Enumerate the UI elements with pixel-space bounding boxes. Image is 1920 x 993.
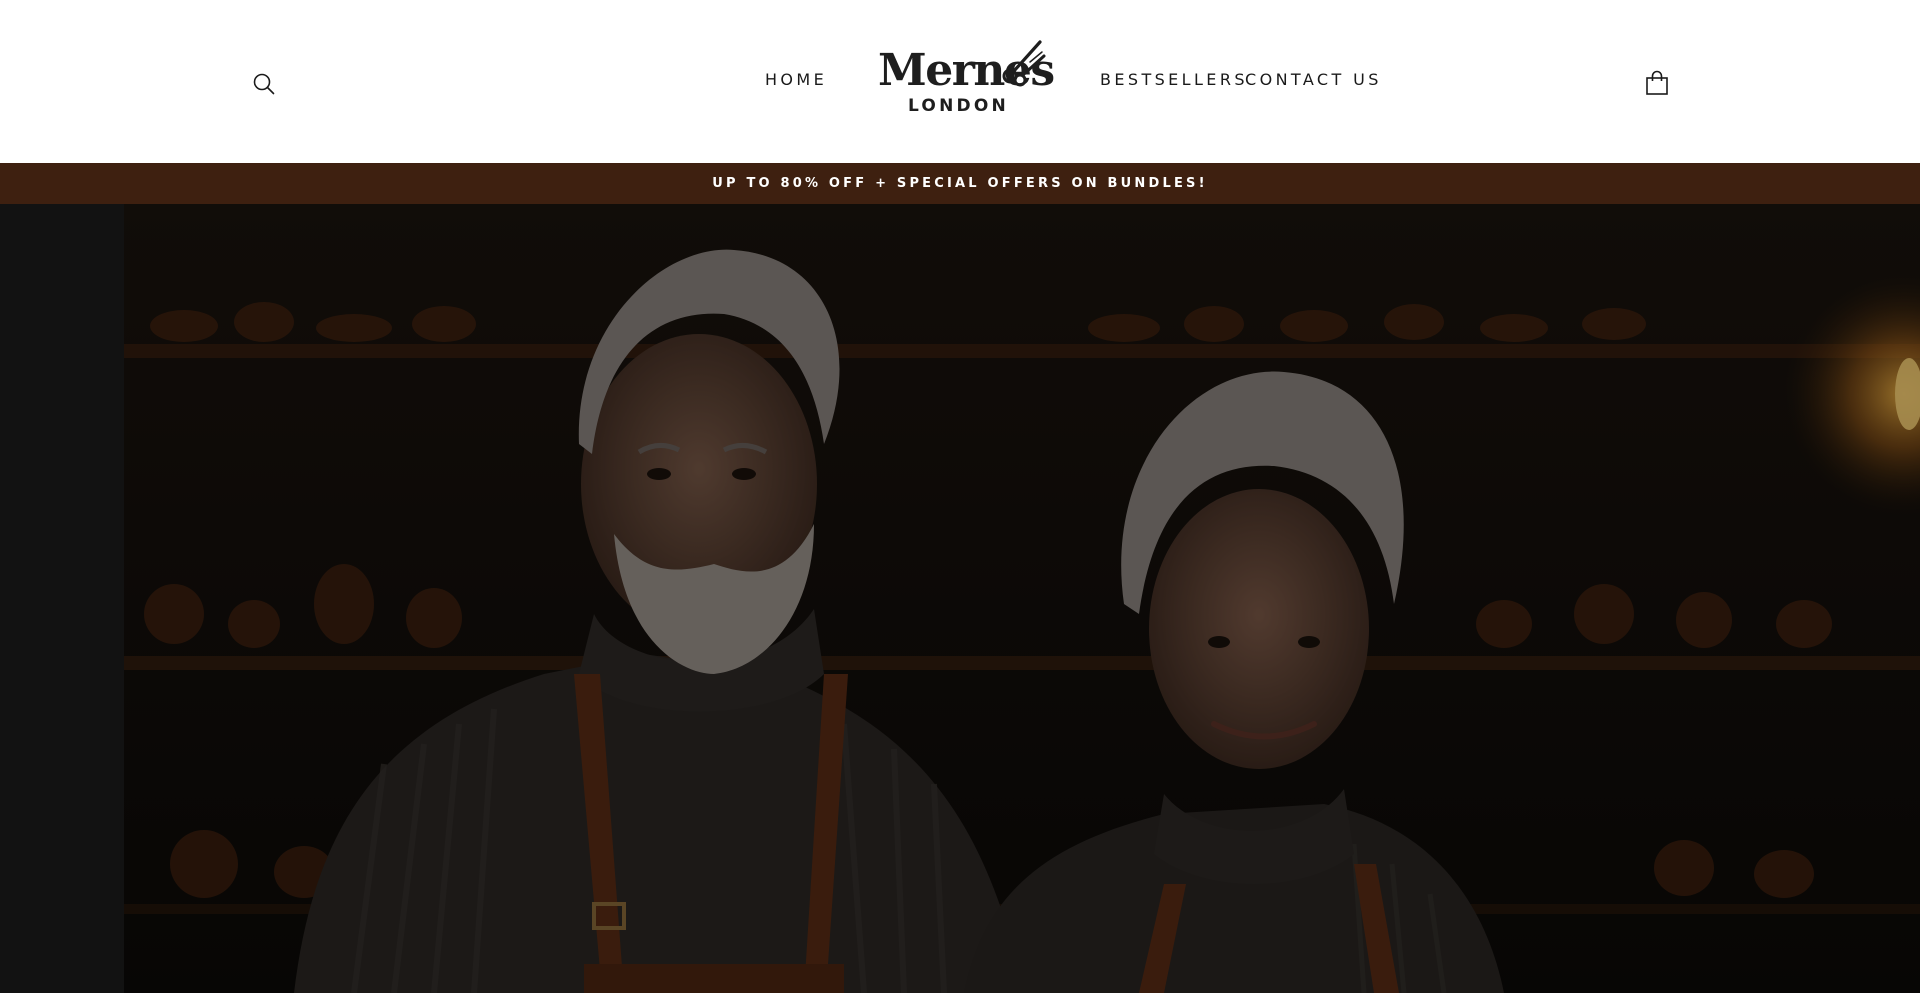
hero-banner bbox=[0, 204, 1920, 993]
announcement-bar: UP TO 80% OFF + SPECIAL OFFERS ON BUNDLE… bbox=[0, 163, 1920, 204]
logo-subtitle: LONDON bbox=[908, 96, 1009, 116]
shopping-bag-icon bbox=[1646, 70, 1668, 95]
cart-button[interactable] bbox=[1640, 66, 1674, 100]
nav-contact-us[interactable]: CONTACT US bbox=[1245, 70, 1382, 90]
nav-home[interactable]: HOME bbox=[765, 70, 827, 90]
search-icon bbox=[253, 73, 275, 95]
hero-photo-elderly-couple-cobblers bbox=[124, 204, 1920, 993]
announcement-text: UP TO 80% OFF + SPECIAL OFFERS ON BUNDLE… bbox=[712, 176, 1208, 191]
site-header: HOME Mernes LONDON BESTSELLERS CONTACT U… bbox=[0, 0, 1920, 163]
nav-bestsellers[interactable]: BESTSELLERS bbox=[1100, 70, 1248, 90]
logo[interactable]: Mernes LONDON bbox=[872, 36, 1055, 122]
search-button[interactable] bbox=[248, 68, 280, 100]
hero-edge bbox=[0, 204, 124, 993]
scissors-icon bbox=[1002, 40, 1046, 87]
